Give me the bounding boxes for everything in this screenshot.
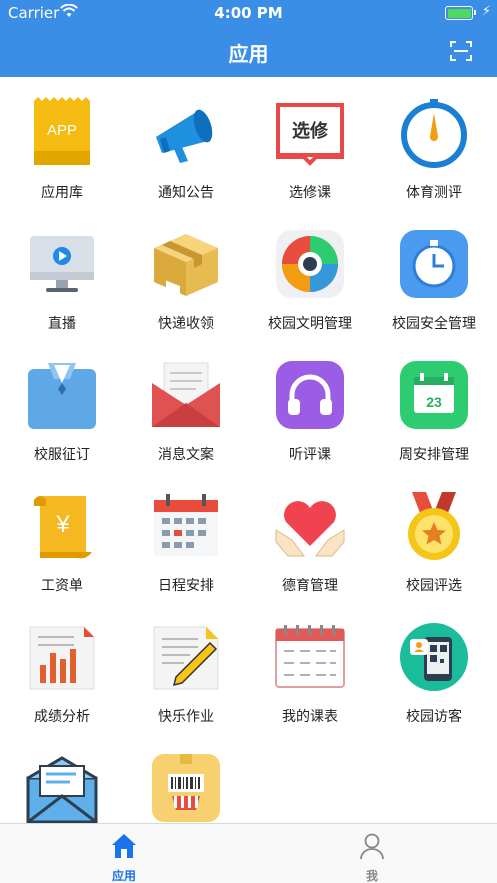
app-label: 直播 — [48, 316, 76, 332]
civility-wheel-icon — [276, 230, 344, 298]
app-label: 快递收领 — [158, 316, 214, 332]
app-item-grades[interactable]: 成绩分析 — [0, 601, 124, 732]
app-label: 通知公告 — [158, 185, 214, 201]
megaphone-icon — [156, 109, 213, 163]
live-monitor-icon — [30, 236, 94, 292]
app-item-message[interactable]: 消息文案 — [124, 339, 248, 470]
app-item-visitor[interactable]: 校园访客 — [372, 601, 496, 732]
message-envelope-icon — [152, 362, 220, 427]
svg-text:23: 23 — [426, 394, 442, 410]
app-item-app-store[interactable]: APP 应用库 — [0, 77, 124, 208]
elective-book-icon: 选修 — [276, 103, 344, 166]
nav-bar: 应用 — [0, 26, 497, 77]
app-label: 选修课 — [289, 185, 331, 201]
app-label: 校园访客 — [406, 709, 462, 725]
app-item-mail[interactable] — [0, 732, 124, 823]
app-item-civility[interactable]: 校园文明管理 — [248, 208, 372, 339]
app-item-salary[interactable]: ¥ 工资单 — [0, 470, 124, 601]
app-item-lecture-review[interactable]: 听评课 — [248, 339, 372, 470]
app-label: 成绩分析 — [34, 709, 90, 725]
uniform-shirt-icon — [28, 363, 96, 429]
app-label: 体育测评 — [406, 185, 462, 201]
safety-clock-icon — [400, 230, 468, 298]
app-item-moral-ed[interactable]: 德育管理 — [248, 470, 372, 601]
app-store-icon: APP — [34, 97, 90, 165]
schedule-calendar-icon — [154, 494, 218, 556]
app-grid: APP 应用库 通知公告 选修 选修课 体育测评 直播 快递收领 校园文明管理 … — [0, 77, 497, 823]
status-bar: Carrier 4:00 PM ⚡ — [0, 0, 497, 26]
scan-qr-button[interactable] — [449, 39, 473, 63]
app-label: 工资单 — [41, 578, 83, 594]
parcel-box-icon — [154, 234, 218, 296]
app-label: 快乐作业 — [158, 709, 214, 725]
app-item-sports[interactable]: 体育测评 — [372, 77, 496, 208]
barcode-box-icon — [152, 754, 220, 822]
tab-me[interactable]: 我 — [248, 824, 496, 883]
headphones-icon — [276, 361, 344, 429]
app-label: 德育管理 — [282, 578, 338, 594]
app-item-timetable[interactable]: 我的课表 — [248, 601, 372, 732]
svg-text:¥: ¥ — [55, 511, 70, 538]
salary-scroll-icon: ¥ — [34, 496, 92, 559]
app-item-barcode[interactable] — [124, 732, 248, 823]
grade-chart-icon — [29, 626, 95, 690]
battery-icon — [445, 6, 476, 20]
app-item-live[interactable]: 直播 — [0, 208, 124, 339]
app-item-notice[interactable]: 通知公告 — [124, 77, 248, 208]
app-label: 听评课 — [289, 447, 331, 463]
person-icon — [360, 833, 384, 860]
app-label: 校园评选 — [406, 578, 462, 594]
tab-label: 我 — [365, 869, 378, 883]
visitor-phone-icon — [400, 623, 468, 691]
app-item-uniform[interactable]: 校服征订 — [0, 339, 124, 470]
tab-apps[interactable]: 应用 — [0, 824, 248, 883]
home-icon — [112, 834, 136, 858]
app-item-week-plan[interactable]: 23 周安排管理 — [372, 339, 496, 470]
app-label: 应用库 — [41, 185, 83, 201]
app-item-safety[interactable]: 校园安全管理 — [372, 208, 496, 339]
timetable-icon — [275, 625, 345, 688]
homework-pen-icon — [153, 626, 219, 690]
svg-text:APP: APP — [47, 122, 77, 139]
medal-star-icon — [408, 492, 460, 560]
app-label: 校园安全管理 — [392, 316, 476, 332]
app-item-parcel[interactable]: 快递收领 — [124, 208, 248, 339]
svg-text:选修: 选修 — [292, 120, 329, 142]
app-label: 我的课表 — [282, 709, 338, 725]
app-item-elective[interactable]: 选修 选修课 — [248, 77, 372, 208]
app-item-schedule[interactable]: 日程安排 — [124, 470, 248, 601]
app-label: 校服征订 — [34, 447, 90, 463]
app-label: 校园文明管理 — [268, 316, 352, 332]
compass-gauge-icon — [401, 99, 467, 168]
app-label: 周安排管理 — [399, 447, 469, 463]
tab-label: 应用 — [111, 869, 136, 883]
page-title: 应用 — [228, 42, 269, 66]
app-item-homework[interactable]: 快乐作业 — [124, 601, 248, 732]
tab-bar: 应用 我 — [0, 823, 497, 883]
heart-hands-icon — [275, 501, 345, 557]
charging-bolt-icon: ⚡ — [481, 4, 491, 19]
app-item-selection[interactable]: 校园评选 — [372, 470, 496, 601]
app-label: 日程安排 — [158, 578, 214, 594]
app-label: 消息文案 — [158, 447, 214, 463]
week-calendar-icon: 23 — [400, 361, 468, 429]
status-time: 4:00 PM — [214, 4, 283, 22]
mail-open-icon — [26, 756, 98, 823]
